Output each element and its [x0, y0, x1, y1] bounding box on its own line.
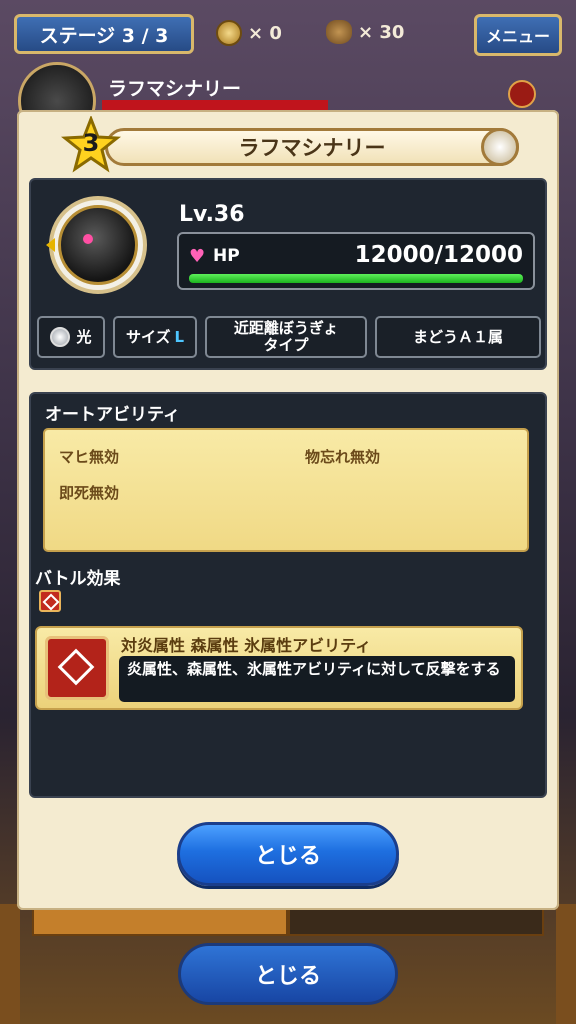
armor-knight-icon — [58, 205, 138, 285]
attribute-row: 光 サイズ L 近距離ぼうぎょ タイプ まどうＡ１属 — [37, 316, 543, 360]
stage-indicator: ステージ 3 / 3 — [14, 14, 194, 54]
coin-counter: × 0 — [216, 20, 282, 46]
coin-count: × 0 — [248, 22, 282, 44]
battle-effect-description: 炎属性、森属性、氷属性アビリティに対して反撃をする — [119, 656, 515, 702]
background-close-button[interactable]: とじる — [178, 943, 398, 1005]
element-label: 光 — [76, 327, 92, 346]
counter-effect-icon — [45, 636, 109, 700]
enemy-detail-modal: ラフマシナリー 3 Lv.36 ♥ HP 12000/12000 光 サイズ L… — [17, 110, 559, 910]
menu-button[interactable]: メニュー — [474, 14, 562, 56]
rank-number: 3 — [82, 129, 100, 157]
race-badge: まどうＡ１属 — [375, 316, 541, 358]
background-tabs — [32, 906, 544, 936]
money-bag-icon — [326, 20, 352, 44]
battle-effect-title: バトル効果 — [35, 569, 121, 589]
heart-icon: ♥ — [189, 246, 206, 267]
hp-value: 12000/12000 — [354, 242, 523, 268]
close-button[interactable]: とじる — [177, 822, 399, 886]
auto-ability-item: 即死無効 — [59, 484, 120, 502]
right-frame-rail — [556, 904, 576, 1024]
battle-effect-card: 対炎属性 森属性 氷属性アビリティ 炎属性、森属性、氷属性アビリティに対して反撃… — [35, 626, 523, 710]
hp-bar-fill — [189, 274, 523, 283]
hp-label: HP — [213, 246, 240, 266]
battle-effect-name: 対炎属性 森属性 氷属性アビリティ — [121, 636, 372, 655]
size-badge: サイズ L — [113, 316, 197, 358]
background-enemy-name: ラフマシナリー — [108, 78, 242, 100]
orb-icon — [481, 128, 519, 166]
rank-star: 3 — [60, 114, 122, 176]
size-label: サイズ — [125, 327, 171, 346]
auto-ability-item: マヒ無効 — [59, 448, 120, 466]
hp-box: ♥ HP 12000/12000 — [177, 232, 535, 290]
light-element-icon — [50, 327, 71, 347]
auto-ability-title: オートアビリティ — [45, 405, 180, 425]
element-badge: 光 — [37, 316, 105, 358]
title-bar: ラフマシナリー — [105, 128, 519, 166]
coin-icon — [216, 20, 242, 46]
battle-effect-small-icon — [39, 590, 61, 612]
size-value: L — [174, 327, 185, 346]
fire-element-icon — [508, 80, 536, 108]
level-label: Lv.36 — [179, 202, 245, 227]
bag-count: × 30 — [358, 21, 405, 43]
hp-bar — [189, 274, 523, 283]
status-panel: Lv.36 ♥ HP 12000/12000 光 サイズ L 近距離ぼうぎょ タ… — [29, 178, 547, 370]
enemy-portrait — [46, 196, 147, 294]
auto-ability-item: 物忘れ無効 — [305, 448, 381, 466]
bag-counter: × 30 — [326, 20, 404, 44]
enemy-name-title: ラフマシナリー — [238, 136, 386, 160]
range-type-badge: 近距離ぼうぎょ タイプ — [205, 316, 367, 358]
left-frame-rail — [0, 904, 20, 1024]
auto-ability-list: マヒ無効 物忘れ無効 即死無効 — [43, 428, 529, 552]
direction-arrow-icon — [46, 238, 55, 252]
stage-label: ステージ 3 / 3 — [39, 24, 169, 47]
ability-panel: オートアビリティ マヒ無効 物忘れ無効 即死無効 バトル効果 対炎属性 森属性 … — [29, 392, 547, 798]
